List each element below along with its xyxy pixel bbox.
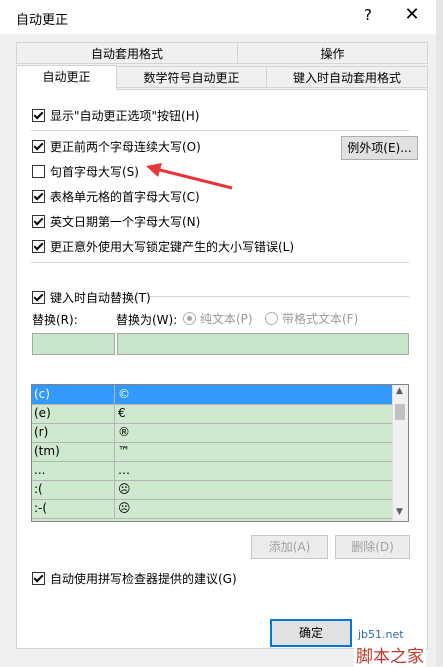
scroll-down-icon[interactable]: ▼ bbox=[396, 507, 403, 517]
checkbox-box[interactable] bbox=[32, 240, 45, 253]
entry-to: € bbox=[118, 406, 126, 420]
formatted-text-label: 带格式文本(F) bbox=[282, 312, 359, 326]
add-button[interactable]: 添加(A) bbox=[251, 535, 328, 559]
table-row[interactable]: ... … bbox=[32, 461, 394, 481]
column-divider bbox=[114, 480, 115, 499]
table-cell-caps-checkbox[interactable]: 表格单元格的首字母大写(C) bbox=[32, 188, 200, 205]
entry-to: … bbox=[118, 463, 130, 477]
plain-text-label: 纯文本(P) bbox=[200, 312, 253, 326]
caps-lock-fix-label: 更正意外使用大写锁定键产生的大小写错误(L) bbox=[50, 240, 295, 254]
table-cell-caps-label: 表格单元格的首字母大写(C) bbox=[50, 190, 200, 204]
tab-autoformat-as-you-type[interactable]: 键入时自动套用格式 bbox=[266, 66, 428, 88]
entry-from: (c) bbox=[34, 387, 50, 401]
tab-actions[interactable]: 操作 bbox=[237, 42, 428, 64]
column-divider bbox=[114, 442, 115, 461]
table-row[interactable]: (e) € bbox=[32, 404, 394, 424]
spellcheck-suggestions-label: 自动使用拼写检查器提供的建议(G) bbox=[50, 572, 237, 586]
entry-to: ☹ bbox=[118, 482, 131, 496]
with-label: 替换为(W): bbox=[116, 313, 178, 327]
tab-autoformat[interactable]: 自动套用格式 bbox=[16, 42, 238, 64]
day-names-caps-label: 英文日期第一个字母大写(N) bbox=[50, 215, 201, 229]
entry-to: © bbox=[118, 387, 130, 401]
replacement-list[interactable]: (c) © (e) € (r) ® (tm) ™ ... … :( ☹:-(… bbox=[31, 384, 409, 522]
entry-to: ® bbox=[118, 425, 130, 439]
scroll-up-icon[interactable]: ▲ bbox=[396, 386, 403, 396]
column-divider bbox=[114, 423, 115, 442]
autocorrect-dialog: 自动更正 ? ✕ 自动套用格式 操作 自动更正 数学符号自动更正 键入时自动套用… bbox=[0, 0, 437, 666]
column-divider bbox=[114, 499, 115, 518]
delete-button[interactable]: 删除(D) bbox=[335, 535, 410, 559]
entry-to: ☹ bbox=[118, 501, 131, 515]
day-names-caps-checkbox[interactable]: 英文日期第一个字母大写(N) bbox=[32, 213, 200, 230]
table-row[interactable]: :-( ☹ bbox=[32, 499, 394, 519]
sentence-caps-checkbox[interactable]: 句首字母大写(S) bbox=[32, 163, 139, 180]
caps-lock-fix-checkbox[interactable]: 更正意外使用大写锁定键产生的大小写错误(L) bbox=[32, 238, 294, 255]
title-bar: 自动更正 ? ✕ bbox=[0, 0, 436, 34]
checkbox-box[interactable] bbox=[32, 140, 45, 153]
entry-from: (tm) bbox=[34, 444, 60, 458]
checkbox-box[interactable] bbox=[32, 190, 45, 203]
plain-text-radio[interactable]: 纯文本(P) bbox=[183, 310, 253, 327]
spellcheck-suggestions-checkbox[interactable]: 自动使用拼写检查器提供的建议(G) bbox=[32, 570, 237, 587]
background-strip bbox=[436, 0, 443, 666]
replace-as-you-type-label: 键入时自动替换(T) bbox=[50, 291, 151, 305]
exceptions-button[interactable]: 例外项(E)... bbox=[341, 136, 418, 160]
checkbox-box[interactable] bbox=[32, 109, 45, 122]
column-divider bbox=[114, 404, 115, 423]
table-row[interactable]: (r) ® bbox=[32, 423, 394, 443]
table-row[interactable]: (tm) ™ bbox=[32, 442, 394, 462]
formatted-text-radio[interactable]: 带格式文本(F) bbox=[265, 310, 358, 327]
close-icon[interactable]: ✕ bbox=[398, 4, 426, 26]
sentence-caps-label: 句首字母大写(S) bbox=[50, 165, 139, 179]
radio-dot[interactable] bbox=[265, 312, 278, 325]
radio-dot[interactable] bbox=[183, 312, 196, 325]
scroll-thumb[interactable] bbox=[395, 404, 405, 420]
checkbox-box[interactable] bbox=[32, 291, 45, 304]
entry-to: ™ bbox=[118, 444, 130, 458]
watermark-site: jb51.net bbox=[356, 628, 406, 641]
ok-button[interactable]: 确定 bbox=[270, 619, 352, 647]
replace-as-you-type-checkbox[interactable]: 键入时自动替换(T) bbox=[32, 289, 151, 306]
divider bbox=[31, 130, 409, 131]
dialog-title: 自动更正 bbox=[16, 13, 69, 28]
watermark-brand: 脚本之家 bbox=[354, 642, 426, 667]
checkbox-box[interactable] bbox=[32, 215, 45, 228]
tab-autocorrect[interactable]: 自动更正 bbox=[16, 65, 117, 90]
replace-label: 替换(R): bbox=[32, 313, 78, 327]
column-divider bbox=[114, 385, 115, 404]
checkbox-box[interactable] bbox=[32, 572, 45, 585]
table-row[interactable]: (c) © bbox=[32, 385, 394, 405]
entry-from: :-( bbox=[34, 501, 48, 515]
checkbox-box[interactable] bbox=[32, 165, 45, 178]
show-buttons-checkbox[interactable]: 显示"自动更正选项"按钮(H) bbox=[32, 107, 199, 124]
divider bbox=[150, 296, 409, 297]
table-row[interactable]: :( ☹ bbox=[32, 480, 394, 500]
replace-with-input[interactable] bbox=[117, 333, 409, 355]
column-divider bbox=[114, 461, 115, 480]
two-initial-caps-checkbox[interactable]: 更正前两个字母连续大写(O) bbox=[32, 138, 201, 155]
entry-from: :( bbox=[34, 482, 43, 496]
replace-input[interactable] bbox=[32, 333, 115, 355]
help-icon[interactable]: ? bbox=[358, 5, 378, 25]
list-scrollbar[interactable]: ▲ ▼ bbox=[392, 385, 408, 521]
show-buttons-label: 显示"自动更正选项"按钮(H) bbox=[50, 109, 200, 123]
tab-math-autocorrect[interactable]: 数学符号自动更正 bbox=[116, 66, 267, 88]
divider bbox=[31, 262, 409, 263]
entry-from: (r) bbox=[34, 425, 49, 439]
entry-from: ... bbox=[34, 463, 46, 477]
two-initial-caps-label: 更正前两个字母连续大写(O) bbox=[50, 140, 201, 154]
entry-from: (e) bbox=[34, 406, 51, 420]
